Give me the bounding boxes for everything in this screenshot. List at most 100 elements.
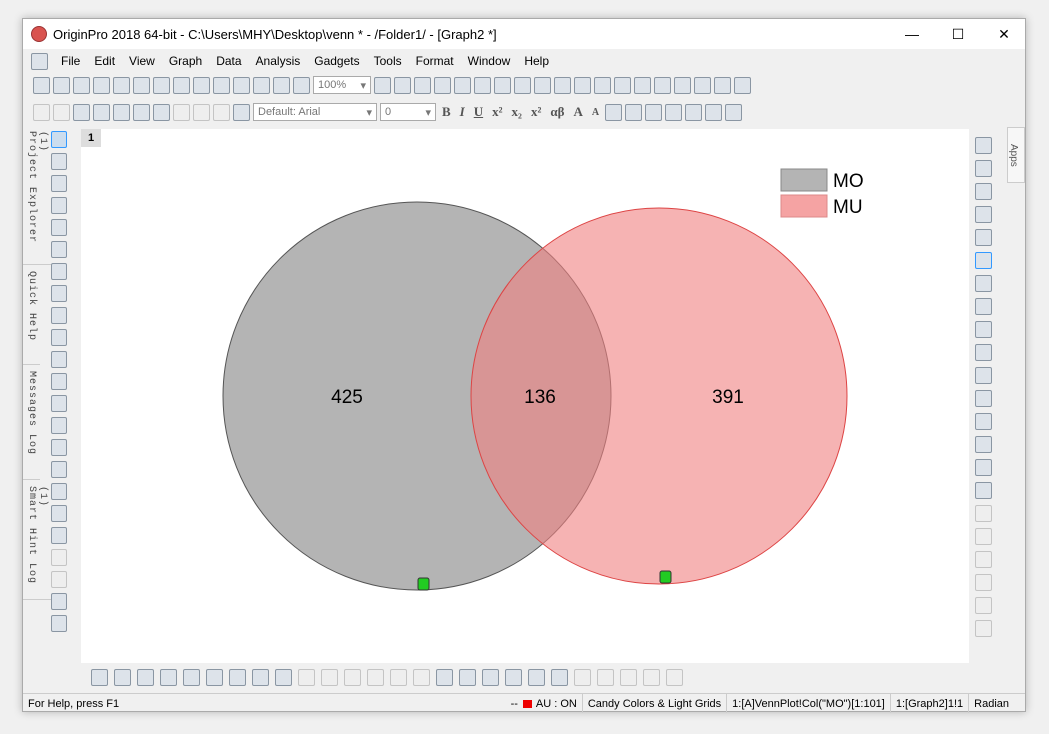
symbol-icon[interactable] — [725, 103, 743, 121]
fill-numbers-icon[interactable] — [133, 103, 150, 121]
align-center-icon[interactable] — [974, 597, 992, 614]
3d-rotate-icon[interactable] — [51, 527, 67, 544]
align-icon[interactable] — [605, 103, 623, 121]
mask-icon[interactable] — [51, 285, 67, 302]
apps-tab[interactable]: Apps — [1007, 127, 1025, 183]
save-icon[interactable] — [253, 76, 270, 94]
annotation-icon[interactable] — [51, 351, 67, 368]
menu-gadgets[interactable]: Gadgets — [307, 54, 366, 68]
line-symbol-plot-icon[interactable] — [137, 668, 154, 686]
menu-file[interactable]: File — [54, 54, 87, 68]
new-notes-icon[interactable] — [173, 76, 190, 94]
move-layer-icon[interactable] — [51, 505, 67, 522]
transpose-icon[interactable] — [173, 103, 190, 121]
mask-point-icon[interactable] — [436, 668, 453, 686]
axis-right-icon[interactable] — [974, 413, 992, 430]
data-cursor-icon[interactable] — [51, 241, 67, 258]
3d-plot-icon[interactable] — [298, 668, 315, 686]
axis-break-icon[interactable] — [974, 459, 992, 476]
print-icon[interactable] — [374, 76, 391, 94]
axis-x-icon[interactable] — [634, 76, 651, 94]
sort-icon[interactable] — [193, 103, 210, 121]
layer-icon[interactable] — [474, 76, 491, 94]
maximize-button[interactable]: ☐ — [935, 19, 981, 49]
hand-icon[interactable] — [51, 439, 67, 456]
command-window-icon[interactable] — [554, 76, 571, 94]
3d-wire-icon[interactable] — [344, 668, 361, 686]
axis-box-icon[interactable] — [974, 436, 992, 453]
menu-format[interactable]: Format — [409, 54, 461, 68]
run-icon[interactable] — [293, 76, 310, 94]
pointer-icon[interactable] — [51, 131, 67, 148]
lock-icon[interactable] — [417, 577, 430, 591]
equation-icon[interactable] — [51, 461, 67, 478]
error-bar-icon[interactable] — [694, 76, 711, 94]
superscript-button[interactable]: x² — [489, 104, 505, 120]
align-middle-icon[interactable] — [974, 620, 992, 637]
align-right-icon[interactable] — [974, 528, 992, 545]
shape-icon[interactable] — [666, 668, 683, 686]
rotate-left-icon[interactable] — [620, 668, 637, 686]
subscript-button[interactable]: x₂ — [509, 104, 525, 120]
movie-icon[interactable] — [434, 76, 451, 94]
rotate-icon[interactable] — [551, 668, 568, 686]
stats-icon[interactable] — [213, 103, 230, 121]
axis-y-icon[interactable] — [654, 76, 671, 94]
plugin-icon[interactable] — [594, 76, 611, 94]
new-project-icon[interactable] — [33, 76, 50, 94]
increase-font-button[interactable]: A — [570, 104, 585, 120]
project-tree-icon[interactable] — [514, 76, 531, 94]
clear-icon[interactable] — [153, 103, 170, 121]
align-bottom-icon[interactable] — [974, 574, 992, 591]
speed-mode-icon[interactable] — [974, 252, 992, 269]
fill-color-icon[interactable] — [665, 103, 683, 121]
axis-scale-icon[interactable] — [974, 482, 992, 499]
label-swap-icon[interactable] — [51, 593, 67, 610]
layer-arrange-icon[interactable] — [974, 137, 992, 154]
swap-axes-icon[interactable] — [974, 206, 992, 223]
polar-plot-icon[interactable] — [252, 668, 269, 686]
menu-data[interactable]: Data — [209, 54, 248, 68]
font-combo[interactable]: Default: Arial ▾ — [253, 103, 377, 121]
new-graph-icon[interactable] — [93, 76, 110, 94]
hide-mask-icon[interactable] — [528, 668, 545, 686]
object-list-icon[interactable] — [51, 549, 67, 566]
open-template-icon[interactable] — [233, 76, 250, 94]
line-color-icon[interactable] — [705, 103, 723, 121]
draw-data-icon[interactable] — [51, 307, 67, 324]
duplicate-icon[interactable] — [233, 103, 250, 121]
perspective-icon[interactable] — [643, 668, 660, 686]
rescale-icon[interactable] — [734, 76, 751, 94]
decrease-font-button[interactable]: A — [589, 107, 602, 118]
data-reader-icon[interactable] — [51, 197, 67, 214]
box-chart-icon[interactable] — [206, 668, 223, 686]
align-left-icon[interactable] — [974, 505, 992, 522]
column-plot-icon[interactable] — [160, 668, 177, 686]
add-column-icon[interactable] — [93, 103, 110, 121]
bold-button[interactable]: B — [439, 104, 454, 120]
reverse-axes-icon[interactable] — [974, 183, 992, 200]
screen-reader-icon[interactable] — [51, 219, 67, 236]
data-selector-icon[interactable] — [51, 263, 67, 280]
slideshow-icon[interactable] — [394, 76, 411, 94]
merge-icon[interactable] — [494, 76, 511, 94]
underline-button[interactable]: U — [471, 104, 486, 120]
menu-analysis[interactable]: Analysis — [249, 54, 308, 68]
cut-icon[interactable] — [33, 103, 50, 121]
line-plot-icon[interactable] — [91, 668, 108, 686]
pattern-icon[interactable] — [685, 103, 703, 121]
menu-window[interactable]: Window — [461, 54, 518, 68]
refresh-icon[interactable] — [974, 229, 992, 246]
supsub-button[interactable]: x² — [528, 104, 544, 120]
zoom-combo[interactable]: 100% ▾ — [313, 76, 371, 94]
circle-tool-icon[interactable] — [51, 571, 67, 588]
nine-panel-icon[interactable] — [974, 344, 992, 361]
menu-view[interactable]: View — [122, 54, 162, 68]
paste-icon[interactable] — [73, 103, 90, 121]
align-top-icon[interactable] — [974, 551, 992, 568]
save-template-icon[interactable] — [273, 76, 290, 94]
add-top-layer-icon[interactable] — [974, 275, 992, 292]
line-tool-icon[interactable] — [51, 395, 67, 412]
tilt-icon[interactable] — [574, 668, 591, 686]
area-plot-icon[interactable] — [229, 668, 246, 686]
